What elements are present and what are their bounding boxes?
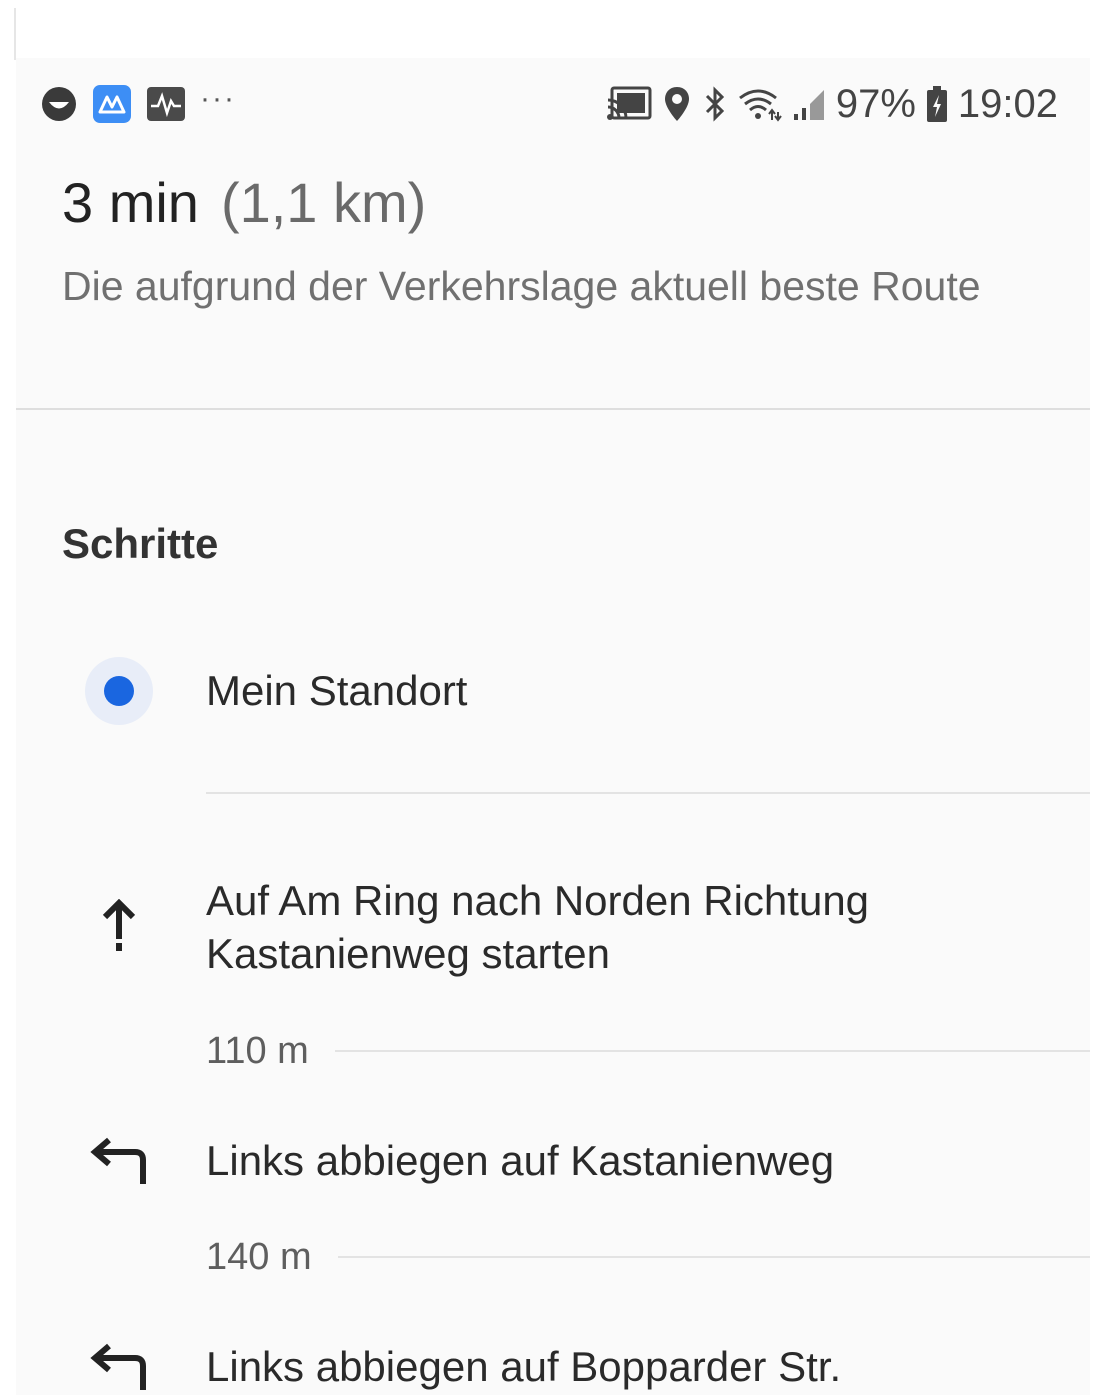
turn-left-icon bbox=[84, 1332, 154, 1395]
page: ··· 97% 19:02 3 min (1,1 km) Die aufgrun… bbox=[0, 0, 1102, 1395]
route-summary: 3 min (1,1 km) Die aufgrund der Verkehrsl… bbox=[62, 170, 1062, 315]
step-separator bbox=[206, 792, 1090, 794]
step-distance-line bbox=[337, 1256, 1090, 1258]
step-distance: 110 m bbox=[206, 1029, 309, 1072]
status-bar: ··· 97% 19:02 bbox=[16, 68, 1090, 138]
current-location-icon bbox=[84, 656, 154, 726]
step-distance-row: 140 m bbox=[206, 1232, 1090, 1282]
face-icon bbox=[40, 85, 78, 123]
start-location-label: Mein Standort bbox=[206, 667, 468, 714]
more-notifications-indicator: ··· bbox=[200, 82, 236, 115]
signal-icon bbox=[792, 86, 826, 122]
activity-icon bbox=[146, 86, 186, 122]
steps-heading: Schritte bbox=[62, 520, 219, 567]
arrow-up-icon bbox=[84, 892, 154, 962]
step-distance-line bbox=[334, 1050, 1090, 1052]
step-start-location[interactable]: Mein Standort bbox=[16, 656, 1090, 726]
directions-screen: ··· 97% 19:02 3 min (1,1 km) Die aufgrun… bbox=[16, 8, 1090, 1395]
battery-charging-icon bbox=[926, 85, 948, 123]
step-item[interactable]: Links abbiegen auf Boppard­er Str. bbox=[16, 1332, 1090, 1395]
step-instruction: Auf Am Ring nach Norden Richtung Kastani… bbox=[206, 877, 870, 977]
step-instruction: Links abbiegen auf Kastanienweg bbox=[206, 1137, 835, 1184]
step-instruction: Links abbiegen auf Boppard­er Str. bbox=[206, 1343, 842, 1390]
wifi-icon bbox=[738, 86, 782, 122]
turn-left-icon bbox=[84, 1126, 154, 1196]
battery-percent: 97% bbox=[835, 82, 916, 126]
top-blank-area bbox=[16, 8, 1090, 58]
bluetooth-icon bbox=[702, 85, 728, 123]
route-description: Die aufgrund der Verkehrslage aktuell be… bbox=[62, 263, 981, 309]
route-duration: 3 min bbox=[62, 171, 199, 234]
clock: 19:02 bbox=[957, 82, 1058, 126]
route-distance: (1,1 km) bbox=[220, 171, 427, 234]
cast-icon bbox=[606, 86, 652, 122]
step-distance: 140 m bbox=[206, 1235, 312, 1278]
app-icon bbox=[92, 84, 132, 124]
step-distance-row: 110 m bbox=[206, 1026, 1090, 1076]
step-item[interactable]: Auf Am Ring nach Norden Richtung Kastani… bbox=[16, 874, 1090, 984]
step-item[interactable]: Links abbiegen auf Kastanienweg bbox=[16, 1126, 1090, 1196]
location-pin-icon bbox=[662, 85, 692, 123]
summary-divider bbox=[16, 408, 1090, 410]
